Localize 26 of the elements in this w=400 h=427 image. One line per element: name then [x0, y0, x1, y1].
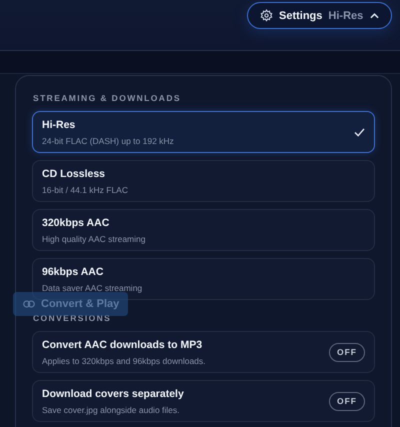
toggle-button[interactable]: OFF	[329, 342, 365, 362]
option-title: CD Lossless	[42, 168, 106, 180]
setting-title: Download covers separately	[42, 388, 185, 400]
option-description: 24-bit FLAC (DASH) up to 192 kHz	[42, 136, 175, 146]
option-description: Data saver AAC streaming	[42, 282, 144, 292]
quality-option[interactable]: 96kbps AAC Data saver AAC streaming	[32, 258, 375, 300]
quality-option[interactable]: 320kbps AAC High quality AAC streaming	[32, 209, 375, 251]
quality-option[interactable]: Hi-Res 24-bit FLAC (DASH) up to 192 kHz	[32, 111, 375, 153]
settings-icon	[260, 9, 273, 22]
option-description: 16-bit / 44.1 kHz FLAC	[42, 184, 129, 194]
caret-icon	[370, 12, 379, 18]
setting-description: Applies to 320kbps and 96kbps downloads.	[42, 356, 207, 366]
option-title: Hi-Res	[42, 118, 76, 130]
setting-description: Save cover.jpg alongside audio files.	[42, 404, 181, 414]
option-description: High quality AAC streaming	[42, 234, 146, 244]
link-icon	[23, 300, 35, 308]
setting-title: Convert AAC downloads to MP3	[42, 338, 204, 350]
button-label: Convert & Play	[41, 298, 120, 310]
option-title: 96kbps AAC	[42, 266, 104, 278]
settings-button[interactable]: Settings Hi-Res	[247, 2, 392, 29]
option-title: 320kbps AAC	[42, 216, 110, 228]
quality-option[interactable]: CD Lossless 16-bit / 44.1 kHz FLAC	[32, 160, 375, 202]
section-title: STREAMING & DOWNLOADS	[33, 93, 182, 103]
section-title: CONVERSIONS	[33, 313, 112, 323]
check-icon	[354, 128, 365, 136]
toggle-button[interactable]: OFF	[329, 392, 365, 410]
